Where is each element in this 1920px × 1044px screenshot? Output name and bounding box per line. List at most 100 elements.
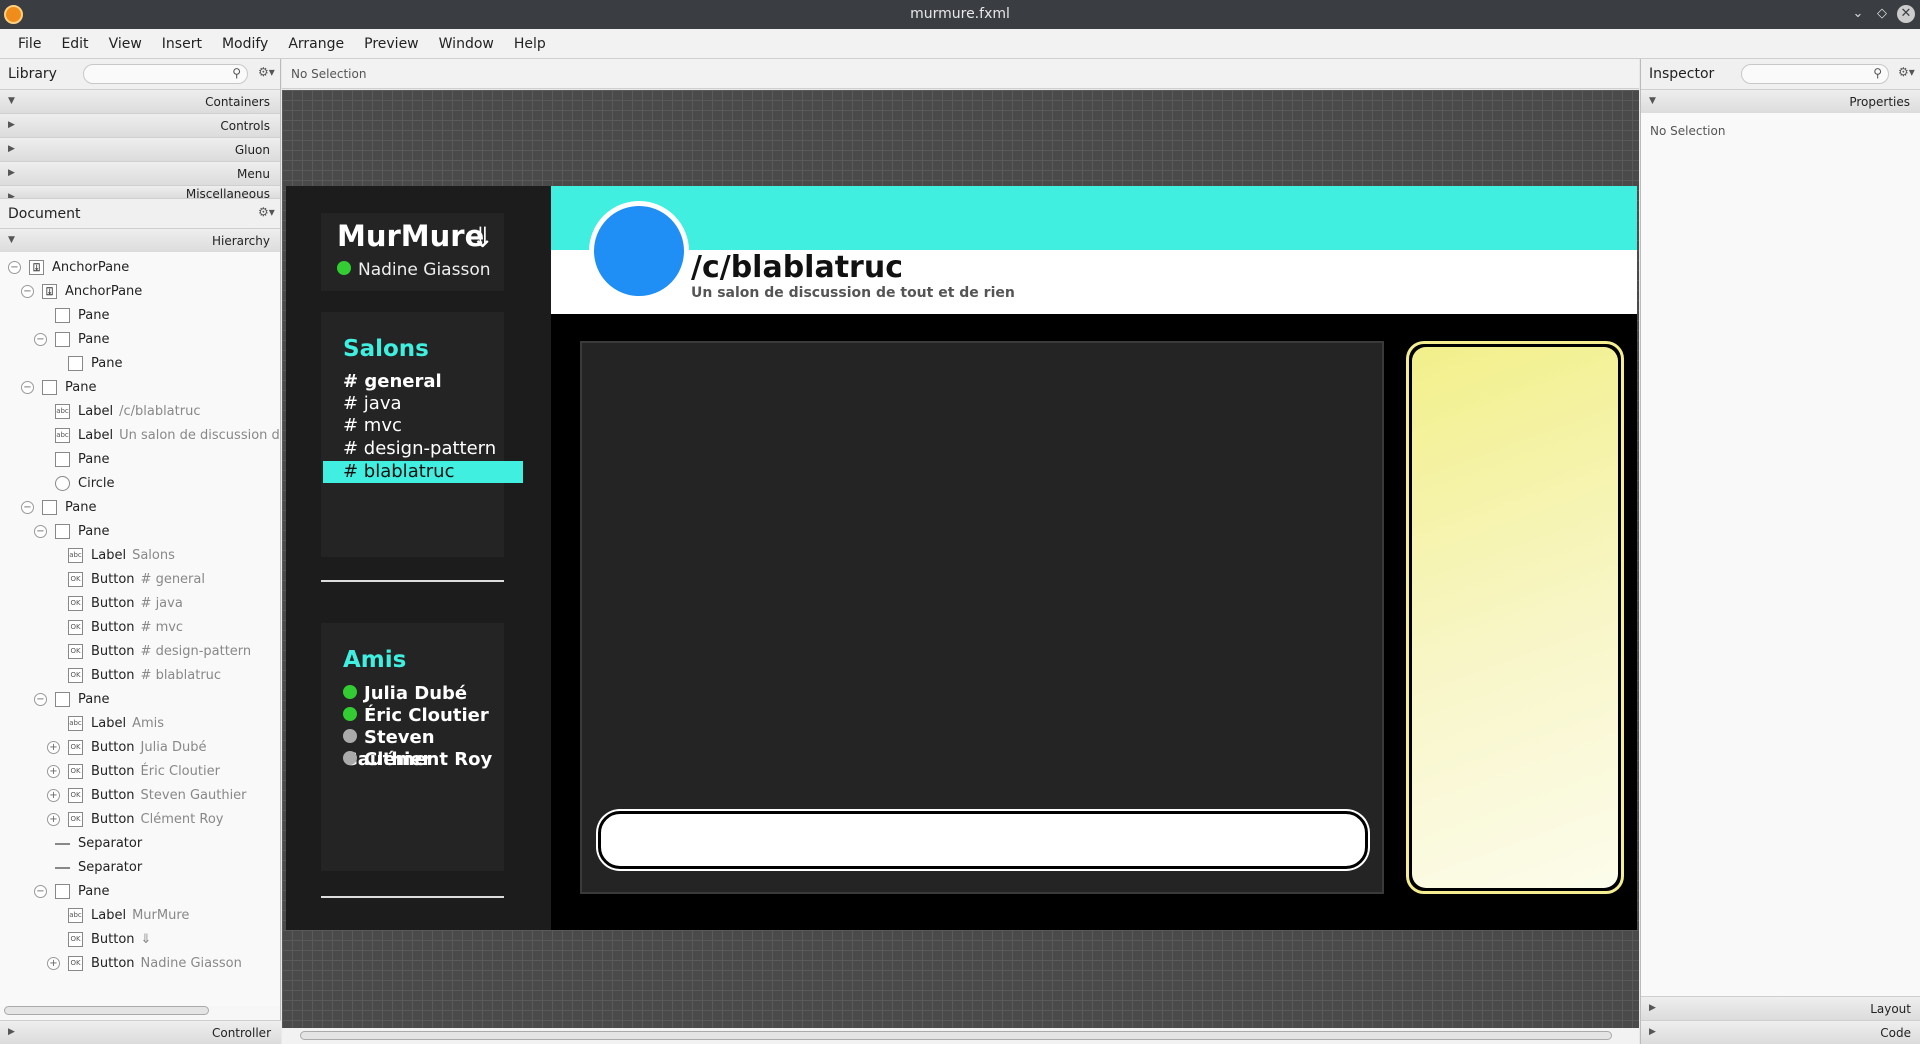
anchor-node-icon: ⍗	[42, 284, 57, 299]
amis-title: Amis	[343, 647, 407, 673]
inspector-search-input[interactable]: ⚲	[1741, 64, 1889, 84]
expand-node-icon[interactable]: +	[47, 813, 60, 826]
code-section[interactable]: ▶ Code	[1641, 1020, 1920, 1044]
node-type-label: Pane	[78, 332, 110, 347]
expand-node-icon[interactable]: +	[47, 789, 60, 802]
hierarchy-row[interactable]: abc Label MurMure	[47, 904, 189, 928]
channel-button-blablatruc[interactable]: # blablatruc	[323, 461, 523, 483]
hierarchy-row[interactable]: OK Button ⇓	[47, 928, 151, 952]
properties-section[interactable]: ▼ Properties	[1641, 89, 1920, 113]
maximize-icon[interactable]: ◇	[1873, 5, 1891, 23]
hierarchy-row[interactable]: − Pane	[21, 496, 96, 520]
collapse-node-icon[interactable]: −	[34, 693, 47, 706]
node-type-label: Pane	[78, 308, 110, 323]
menu-help[interactable]: Help	[504, 29, 556, 59]
hierarchy-row[interactable]: Circle	[34, 472, 115, 496]
menu-insert[interactable]: Insert	[152, 29, 212, 59]
hierarchy-row[interactable]: OK Button # java	[47, 592, 183, 616]
channel-button-java[interactable]: # java	[343, 393, 402, 415]
canvas-hscrollbar[interactable]	[282, 1028, 1639, 1044]
hierarchy-row[interactable]: − Pane	[34, 328, 109, 352]
channel-button-mvc[interactable]: # mvc	[343, 415, 402, 437]
expand-node-icon[interactable]: +	[47, 957, 60, 970]
node-type-label: Pane	[78, 452, 110, 467]
library-section-menu[interactable]: ▶ Menu	[0, 161, 280, 185]
library-gear-icon[interactable]: ⚙▾	[258, 65, 275, 79]
hierarchy-header[interactable]: ▼ Hierarchy	[0, 228, 280, 252]
hierarchy-row[interactable]: − Pane	[21, 376, 96, 400]
current-user-button[interactable]: Nadine Giasson	[337, 260, 491, 280]
friend-button[interactable]: Éric Cloutier	[343, 705, 489, 727]
hierarchy-row[interactable]: + OK Button Steven Gauthier	[47, 784, 247, 808]
label-node-icon: abc	[55, 404, 70, 419]
hierarchy-row[interactable]: OK Button # general	[47, 568, 205, 592]
hierarchy-row[interactable]: abc Label Amis	[47, 712, 164, 736]
controller-section[interactable]: ▶ Controller	[0, 1020, 281, 1044]
menu-edit[interactable]: Edit	[51, 29, 98, 59]
close-icon[interactable]: ✕	[1897, 5, 1915, 23]
hierarchy-row[interactable]: Separator	[34, 832, 142, 856]
hierarchy-row[interactable]: OK Button # mvc	[47, 616, 183, 640]
menu-view[interactable]: View	[99, 29, 152, 59]
collapse-node-icon[interactable]: −	[34, 525, 47, 538]
download-button[interactable]: ⇓	[471, 221, 494, 254]
menu-arrange[interactable]: Arrange	[278, 29, 354, 59]
hierarchy-row[interactable]: − ⍗ AnchorPane	[21, 280, 142, 304]
hierarchy-row[interactable]: abc Label Salons	[47, 544, 175, 568]
hierarchy-row[interactable]: + OK Button Éric Cloutier	[47, 760, 220, 784]
hierarchy-row[interactable]: Separator	[34, 856, 142, 880]
hierarchy-row[interactable]: + OK Button Julia Dubé	[47, 736, 206, 760]
library-section-gluon[interactable]: ▶ Gluon	[0, 137, 280, 161]
chat-message-area	[580, 341, 1384, 894]
menu-file[interactable]: File	[8, 29, 51, 59]
collapse-node-icon[interactable]: −	[34, 885, 47, 898]
friend-button[interactable]: Julia Dubé	[343, 683, 467, 705]
hierarchy-row[interactable]: − ⍗ AnchorPane	[8, 256, 129, 280]
design-canvas[interactable]: MurMure ⇓ Nadine Giasson Salons # genera…	[282, 90, 1639, 1028]
hierarchy-row[interactable]: OK Button # design-pattern	[47, 640, 251, 664]
hierarchy-row[interactable]: Pane	[34, 304, 109, 328]
hierarchy-hscrollbar[interactable]	[4, 1006, 209, 1015]
friend-button[interactable]: Clément Roy	[343, 749, 492, 771]
scroll-thumb[interactable]	[300, 1031, 1612, 1040]
collapse-node-icon[interactable]: −	[21, 381, 34, 394]
expand-node-icon[interactable]: +	[47, 741, 60, 754]
expand-node-icon[interactable]: +	[47, 765, 60, 778]
message-input[interactable]	[598, 811, 1368, 869]
hierarchy-row[interactable]: abc Label/c/blablatruc	[34, 400, 200, 424]
menu-modify[interactable]: Modify	[212, 29, 278, 59]
layout-section[interactable]: ▶ Layout	[1641, 996, 1920, 1020]
hierarchy-row[interactable]: + OK Button Clément Roy	[47, 808, 223, 832]
preview-root-pane[interactable]: MurMure ⇓ Nadine Giasson Salons # genera…	[286, 186, 1637, 930]
library-section-controls[interactable]: ▶ Controls	[0, 113, 280, 137]
hierarchy-row[interactable]: + OK Button Nadine Giasson	[47, 952, 242, 976]
inspector-title: Inspector	[1649, 66, 1715, 82]
collapse-node-icon[interactable]: −	[34, 333, 47, 346]
minimize-icon[interactable]: ⌄	[1849, 5, 1867, 23]
menu-preview[interactable]: Preview	[354, 29, 429, 59]
collapse-node-icon[interactable]: −	[21, 285, 34, 298]
button-node-icon: OK	[68, 812, 83, 827]
node-value-label: # general	[140, 572, 205, 587]
hierarchy-row[interactable]: − Pane	[34, 880, 109, 904]
inspector-gear-icon[interactable]: ⚙▾	[1898, 65, 1915, 79]
library-section-miscellaneous[interactable]: ▶ Miscellaneous	[0, 185, 280, 198]
hierarchy-row[interactable]: − Pane	[34, 688, 109, 712]
collapse-node-icon[interactable]: −	[21, 501, 34, 514]
label-node-icon: abc	[55, 428, 70, 443]
channel-button-design-pattern[interactable]: # design-pattern	[343, 438, 496, 460]
library-search-input[interactable]: ⚲	[83, 64, 248, 84]
library-section-containers[interactable]: ▼ Containers	[0, 89, 280, 113]
document-title: Document	[8, 206, 81, 222]
hierarchy-row[interactable]: OK Button # blablatruc	[47, 664, 221, 688]
document-gear-icon[interactable]: ⚙▾	[258, 205, 275, 219]
hierarchy-row[interactable]: Pane	[47, 352, 122, 376]
channel-button-general[interactable]: # general	[343, 371, 442, 393]
hierarchy-row[interactable]: − Pane	[34, 520, 109, 544]
hierarchy-row[interactable]: Pane	[34, 448, 109, 472]
hierarchy-row[interactable]: abc Label Un salon de discussion de	[34, 424, 280, 448]
circle-node-icon	[55, 476, 70, 491]
collapse-node-icon[interactable]: −	[8, 261, 21, 274]
menu-window[interactable]: Window	[429, 29, 504, 59]
node-type-label: Label	[91, 908, 127, 923]
